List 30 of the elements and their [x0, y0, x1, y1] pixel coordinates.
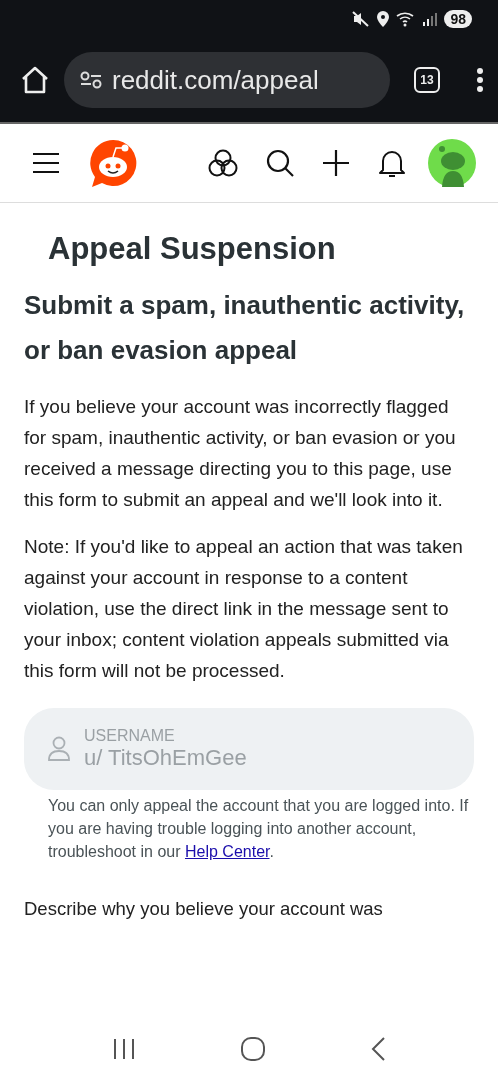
bell-icon[interactable]	[378, 148, 406, 178]
avatar-icon[interactable]	[428, 139, 476, 187]
mute-icon	[352, 11, 371, 27]
user-icon	[48, 736, 70, 762]
battery-level: 98	[444, 10, 472, 28]
section-heading: Submit a spam, inauthentic activity, or ban evasion appeal	[24, 289, 466, 367]
body-paragraph: Note: If you'd like to appeal an action that was taken against your account in response to a content violation, use the direct link in the message sent to your inbox; content violation appeals submitted via this form will not be processed.	[24, 535, 464, 683]
help-text: You can only appeal the account that you are logged into. If you are having trouble logging into another account, troubleshoot in our Help Center.	[48, 796, 470, 862]
menu-icon[interactable]	[32, 152, 60, 174]
alien-logo-icon[interactable]	[88, 138, 138, 188]
description-prompt: Describe why you believe your account was	[24, 897, 384, 921]
signal-icon	[423, 12, 438, 26]
search-icon[interactable]	[266, 149, 294, 177]
page-title: Appeal Suspension	[48, 231, 337, 267]
tab-count-button[interactable]: 13	[414, 67, 440, 93]
plus-icon[interactable]	[322, 149, 350, 177]
location-icon	[377, 11, 390, 27]
home-button-icon[interactable]	[240, 1036, 266, 1062]
more-icon[interactable]	[476, 67, 484, 93]
home-icon[interactable]	[20, 66, 50, 94]
url-text: reddit.com/appeal	[112, 64, 319, 96]
popular-icon[interactable]	[208, 149, 238, 177]
field-label: USERNAME	[84, 727, 176, 745]
username-value: u/ TitsOhEmGee	[84, 745, 444, 771]
body-paragraph: If you believe your account was incorrectly flagged for spam, inauthentic activity, or ban evasion or you received a message directing you to this page, use this form to submit an appeal and we'll look into it.	[24, 395, 457, 512]
help-center-link[interactable]: Help Center	[185, 843, 270, 860]
recent-apps-icon[interactable]	[112, 1038, 136, 1060]
site-settings-icon[interactable]	[80, 71, 102, 89]
back-icon[interactable]	[370, 1036, 386, 1062]
address-bar[interactable]: reddit.com/appeal	[64, 52, 390, 108]
